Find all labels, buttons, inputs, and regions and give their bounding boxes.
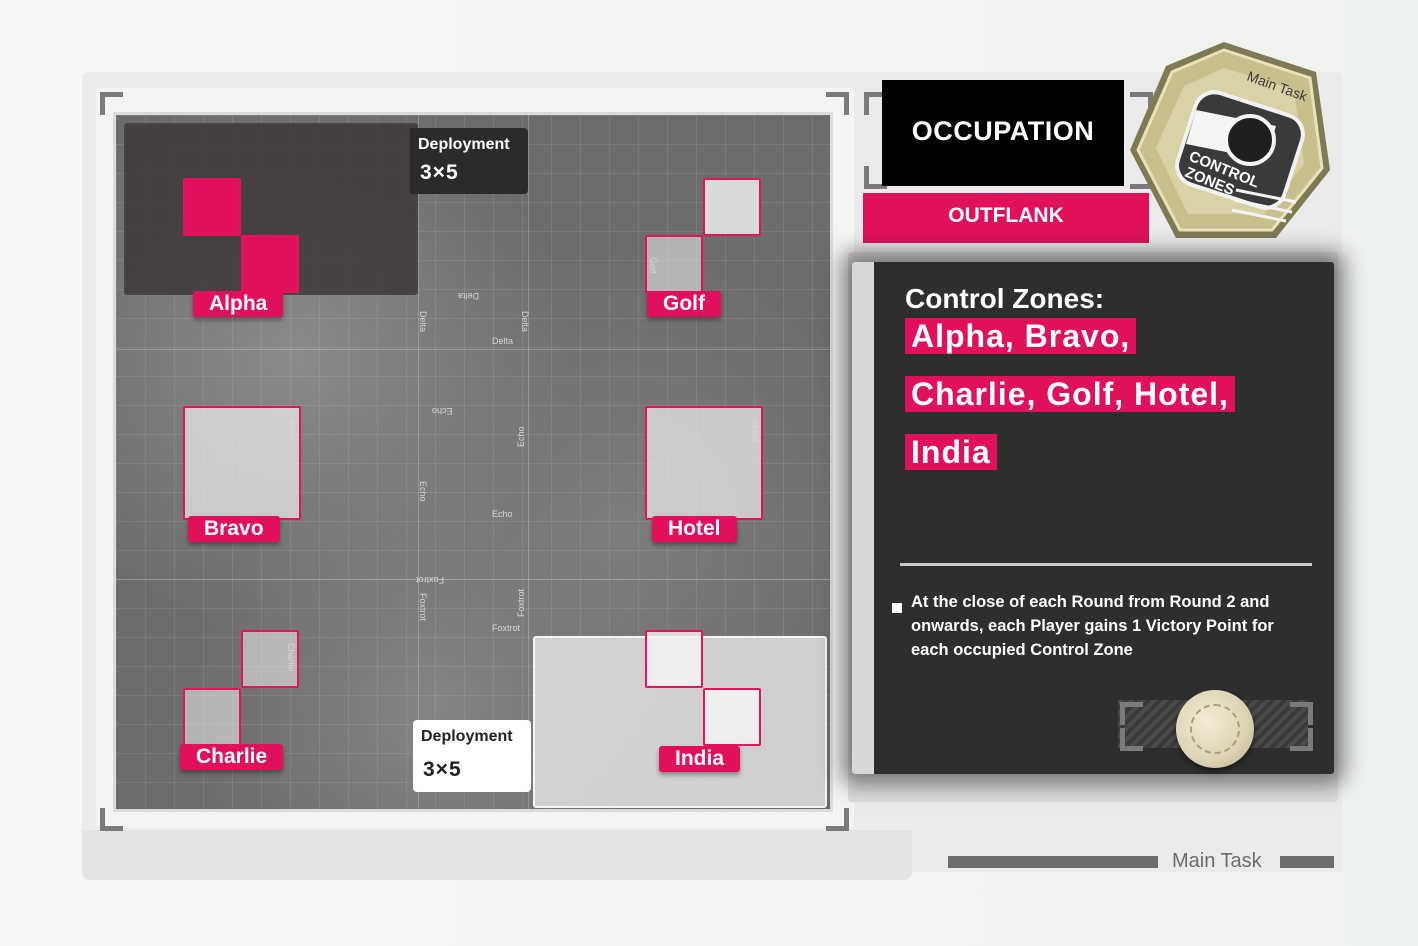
footer-label: Main Task	[1172, 850, 1262, 872]
map-board: Delta Delta Delta Delta Echo Echo Echo E…	[113, 112, 833, 812]
zone-label-golf: Golf	[647, 291, 721, 317]
zone-edge-label: Bravo	[288, 419, 298, 443]
sector-label: Echo	[418, 481, 428, 502]
deployment-title: Deployment	[418, 136, 510, 153]
control-zone-charlie-square	[183, 688, 241, 746]
grid-line	[528, 115, 529, 809]
corner-bracket-icon	[1120, 728, 1143, 751]
bullet-icon	[892, 603, 902, 613]
card-frame-lower	[82, 830, 912, 880]
control-zones-list-line: India	[905, 434, 997, 470]
corner-bracket-icon	[1290, 728, 1313, 751]
zone-edge-label: Charlie	[286, 643, 296, 672]
sector-label: Delta	[458, 291, 480, 301]
sector-label: Echo	[492, 509, 513, 519]
deployment-tag-bottom: Deployment 3×5	[413, 720, 531, 792]
zone-edge-label: Golf	[648, 257, 658, 274]
control-zone-bravo-square	[183, 406, 301, 520]
grid-line	[418, 115, 419, 809]
control-zones-heading: Control Zones:	[905, 283, 1105, 314]
sector-label: Delta	[418, 311, 428, 333]
mission-variant: OUTFLANK	[948, 204, 1064, 227]
control-zones-list-line: Alpha, Bravo,	[905, 318, 1137, 354]
control-zone-hotel-square	[645, 406, 763, 520]
control-zone-alpha-square	[241, 235, 299, 293]
sector-label: Foxtrot	[492, 623, 521, 633]
deployment-size: 3×5	[423, 758, 462, 781]
badge-hexagon-icon: Main Task CONTROL ZONES	[1130, 42, 1330, 238]
footer-bar	[1280, 856, 1334, 868]
panel-divider	[900, 563, 1312, 566]
corner-bracket-icon	[1120, 702, 1143, 725]
footer-bar	[948, 856, 1158, 868]
sector-label: Delta	[492, 336, 514, 346]
sector-label: Echo	[516, 426, 526, 447]
control-zone-india-square	[703, 688, 761, 746]
panel-edge-strip	[852, 262, 874, 774]
control-zone-india-square	[645, 630, 703, 688]
control-zones-line: Alpha, Bravo,	[905, 318, 1137, 354]
control-zone-golf-square	[703, 178, 761, 236]
sector-label: Echo	[432, 406, 453, 416]
control-zones-list-line: Charlie, Golf, Hotel,	[905, 376, 1235, 412]
deployment-tag-top: Deployment 3×5	[410, 128, 528, 194]
control-zone-alpha-square	[183, 178, 241, 236]
sector-label: Delta	[520, 311, 530, 333]
mission-title-box: OCCUPATION	[882, 80, 1124, 186]
deployment-size: 3×5	[420, 161, 459, 184]
zone-label-charlie: Charlie	[180, 744, 284, 770]
corner-bracket-icon	[1290, 702, 1313, 725]
token-coin-icon	[1176, 690, 1254, 768]
sector-label: Foxtrot	[416, 575, 445, 585]
control-zones-line: India	[905, 434, 997, 470]
mission-title: OCCUPATION	[911, 116, 1095, 146]
zone-label-india: India	[659, 746, 741, 772]
sector-label: Foxtrot	[516, 588, 526, 617]
deployment-title: Deployment	[421, 728, 513, 745]
zone-edge-label: Hotel	[750, 421, 760, 443]
zone-label-alpha: Alpha	[193, 291, 284, 317]
zone-label-bravo: Bravo	[188, 516, 280, 542]
mission-variant-bar: OUTFLANK	[863, 193, 1149, 243]
grid-line	[116, 579, 830, 580]
zone-label-hotel: Hotel	[652, 516, 737, 542]
control-zones-badge: Main Task CONTROL ZONES	[1126, 40, 1332, 246]
control-zones-line: Charlie, Golf, Hotel,	[905, 376, 1235, 412]
victory-rule-text: At the close of each Round from Round 2 …	[911, 593, 1274, 659]
grid-line	[116, 349, 830, 350]
sector-label: Foxtrot	[418, 593, 428, 622]
